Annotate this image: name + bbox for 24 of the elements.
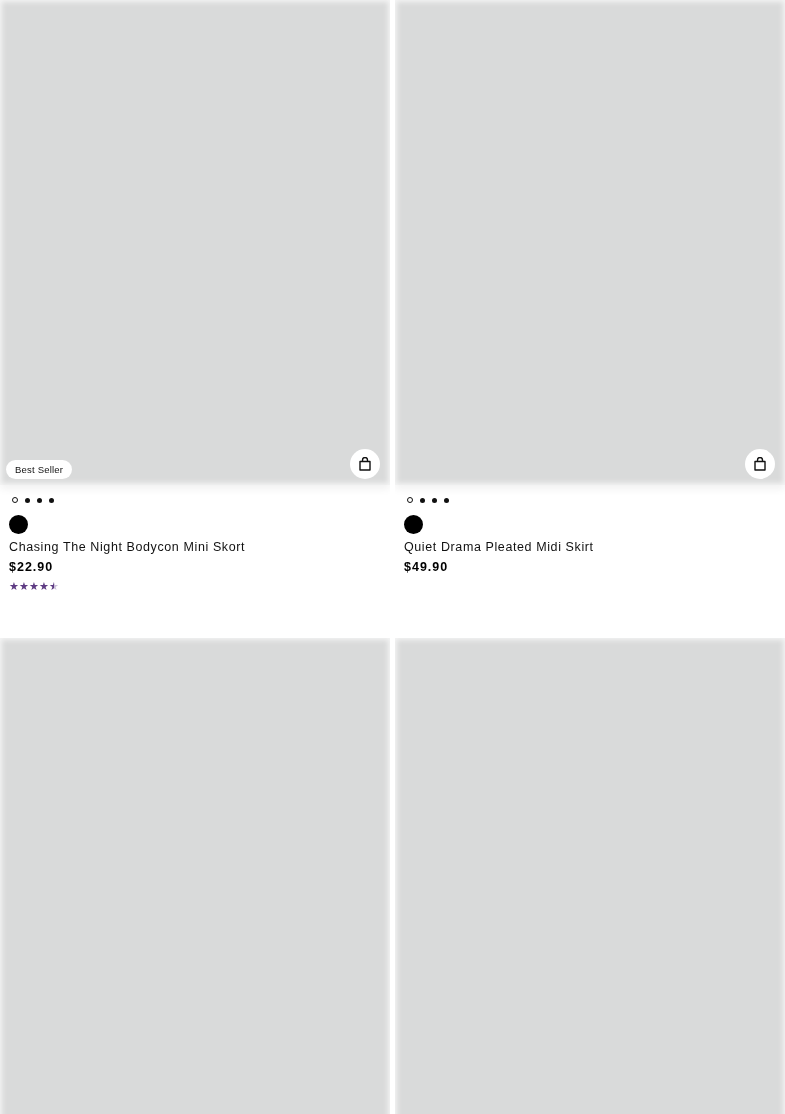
image-dot[interactable] xyxy=(37,497,42,503)
image-dot[interactable] xyxy=(25,497,30,503)
image-dot[interactable] xyxy=(407,497,413,503)
image-dot[interactable] xyxy=(12,497,18,503)
color-swatch[interactable] xyxy=(9,515,28,534)
image-dot[interactable] xyxy=(49,497,54,503)
star-icon: ★ xyxy=(9,580,19,592)
product-name[interactable]: Chasing The Night Bodycon Mini Skort xyxy=(9,540,246,554)
shopping-bag-icon xyxy=(359,457,371,471)
product-price: $49.90 xyxy=(404,560,449,574)
color-swatch[interactable] xyxy=(404,515,423,534)
add-to-bag-button[interactable] xyxy=(745,449,775,479)
best-seller-badge: Best Seller xyxy=(6,460,73,479)
image-placeholder[interactable]: Best Seller xyxy=(0,0,390,485)
star-icon: ★ xyxy=(19,580,29,592)
image-dot[interactable] xyxy=(432,497,437,503)
product-price: $22.90 xyxy=(9,560,54,574)
image-dot[interactable] xyxy=(444,497,449,503)
shopping-bag-icon xyxy=(754,457,766,471)
product-name[interactable]: Quiet Drama Pleated Midi Skirt xyxy=(404,540,594,554)
star-icon: ★ xyxy=(29,580,39,592)
add-to-bag-button[interactable] xyxy=(350,449,380,479)
image-dot[interactable] xyxy=(420,497,425,503)
star-icon: ★ xyxy=(39,580,49,592)
